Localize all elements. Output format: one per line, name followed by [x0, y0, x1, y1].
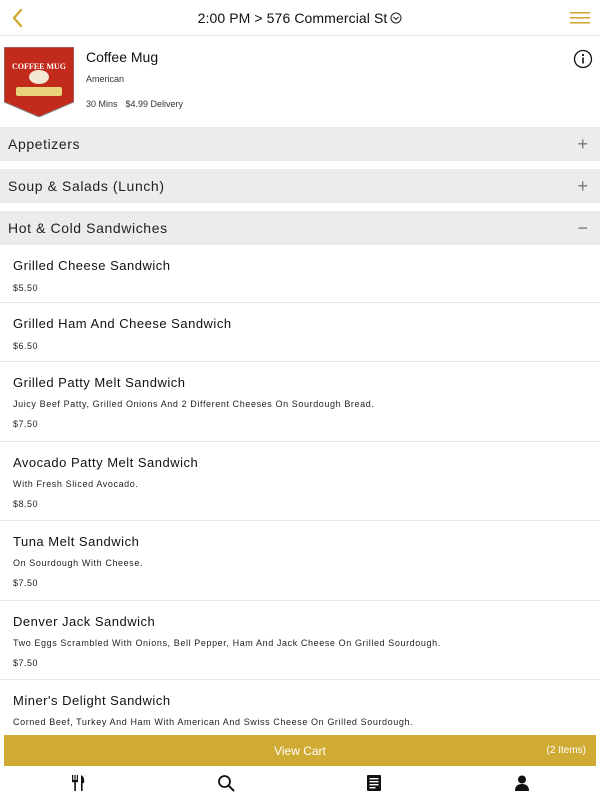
item-price: $7.50: [13, 578, 39, 588]
menu-categories: Appetizers + Soup & Salads (Lunch) + Hot…: [0, 127, 600, 245]
item-description: With Fresh Sliced Avocado.: [13, 479, 139, 489]
top-nav-bar: 2:00 PM > 576 Commercial St: [0, 0, 600, 36]
category-appetizers[interactable]: Appetizers +: [0, 127, 600, 161]
item-description: On Sourdough With Cheese.: [13, 558, 144, 568]
delivery-time: 30 Mins: [86, 99, 118, 109]
category-label: Soup & Salads (Lunch): [8, 178, 165, 194]
item-price: $6.50: [13, 341, 39, 351]
item-name: Grilled Ham And Cheese Sandwich: [13, 316, 232, 331]
item-description: Two Eggs Scrambled With Onions, Bell Pep…: [13, 638, 441, 648]
category-label: Hot & Cold Sandwiches: [8, 220, 168, 236]
restaurant-info: COFFEE MUG Coffee Mug American 30 Mins $…: [0, 37, 600, 127]
item-price: $5.50: [13, 283, 39, 293]
item-name: Tuna Melt Sandwich: [13, 534, 140, 549]
delivery-fee: $4.99 Delivery: [125, 99, 184, 109]
restaurant-meta: 30 Mins $4.99 Delivery: [86, 99, 183, 109]
item-description: Juicy Beef Patty, Grilled Onions And 2 D…: [13, 399, 375, 409]
menu-items-list: Grilled Cheese Sandwich $5.50 Grilled Ha…: [0, 245, 600, 740]
view-cart-button[interactable]: View Cart (2 Items): [4, 735, 596, 766]
item-price: $7.50: [13, 419, 39, 429]
menu-item[interactable]: Grilled Patty Melt Sandwich Juicy Beef P…: [0, 362, 600, 442]
view-cart-label: View Cart: [274, 743, 326, 758]
menu-item[interactable]: Denver Jack Sandwich Two Eggs Scrambled …: [0, 601, 600, 680]
delivery-time-address-label: 2:00 PM > 576 Commercial St: [197, 9, 388, 26]
collapse-minus-icon: −: [577, 218, 588, 238]
bottom-tab-bar: [0, 766, 600, 800]
chevron-left-icon[interactable]: [6, 6, 30, 30]
delivery-time-address-selector[interactable]: 2:00 PM > 576 Commercial St: [198, 10, 403, 26]
chevron-down-icon: [390, 12, 402, 23]
item-price: $7.50: [13, 658, 39, 668]
category-label: Appetizers: [8, 136, 81, 152]
category-hot-cold-sandwiches[interactable]: Hot & Cold Sandwiches −: [0, 211, 600, 245]
profile-icon[interactable]: [512, 773, 532, 793]
hamburger-menu-icon[interactable]: [570, 10, 590, 26]
item-name: Grilled Cheese Sandwich: [13, 258, 171, 273]
info-icon[interactable]: [573, 49, 593, 69]
category-soup-salads[interactable]: Soup & Salads (Lunch) +: [0, 169, 600, 203]
restaurant-logo: COFFEE MUG: [4, 47, 74, 117]
menu-item[interactable]: Miner's Delight Sandwich Corned Beef, Tu…: [0, 680, 600, 740]
item-price: $8.50: [13, 499, 39, 509]
menu-item[interactable]: Grilled Cheese Sandwich $5.50: [0, 245, 600, 303]
expand-plus-icon: +: [577, 176, 588, 196]
svg-text:COFFEE MUG: COFFEE MUG: [12, 62, 66, 71]
item-name: Avocado Patty Melt Sandwich: [13, 455, 199, 470]
search-icon[interactable]: [216, 773, 236, 793]
expand-plus-icon: +: [577, 134, 588, 154]
menu-item[interactable]: Avocado Patty Melt Sandwich With Fresh S…: [0, 442, 600, 521]
item-description: Corned Beef, Turkey And Ham With America…: [13, 717, 414, 727]
restaurant-name: Coffee Mug: [86, 49, 159, 65]
menu-item[interactable]: Tuna Melt Sandwich On Sourdough With Che…: [0, 521, 600, 601]
item-name: Grilled Patty Melt Sandwich: [13, 375, 186, 390]
item-name: Miner's Delight Sandwich: [13, 693, 171, 708]
restaurant-cuisine: American: [86, 74, 125, 84]
orders-icon[interactable]: [364, 773, 384, 793]
cart-item-count: (2 Items): [546, 745, 586, 756]
item-name: Denver Jack Sandwich: [13, 614, 156, 629]
fork-knife-icon[interactable]: [68, 773, 88, 793]
menu-item[interactable]: Grilled Ham And Cheese Sandwich $6.50: [0, 303, 600, 362]
